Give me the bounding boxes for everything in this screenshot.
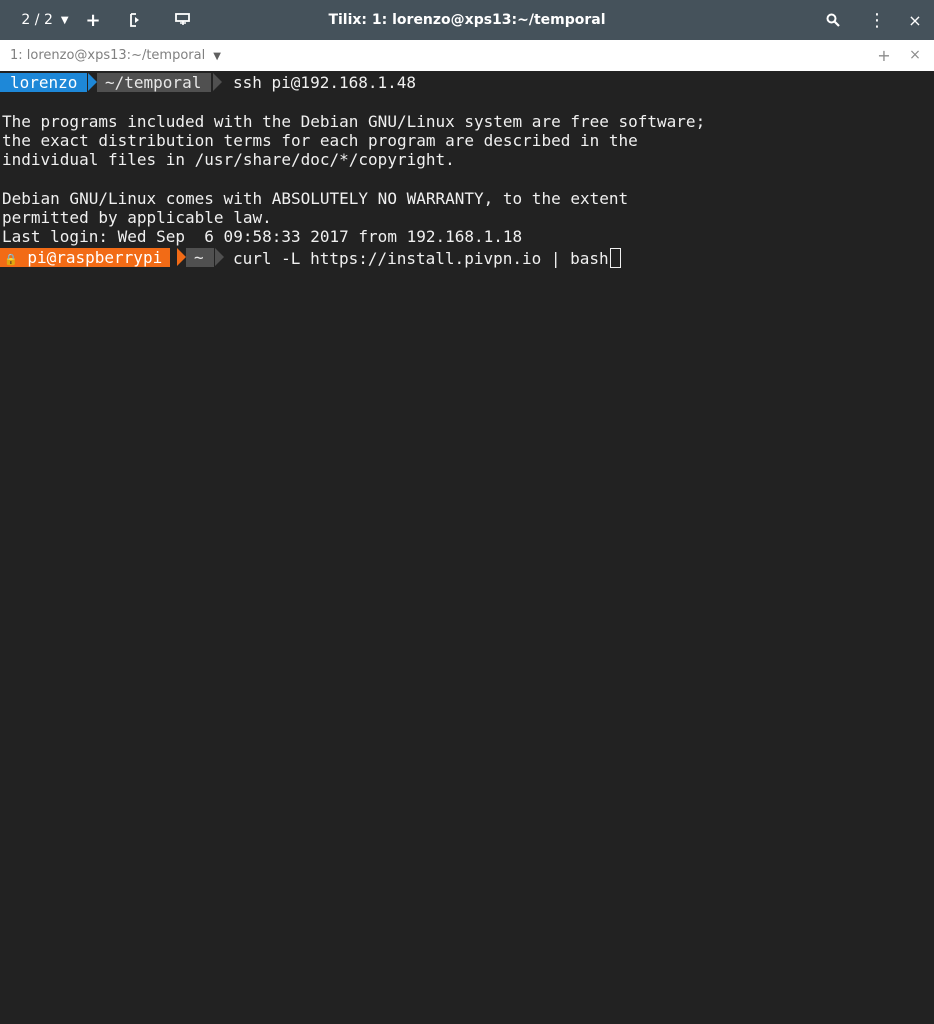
search-button[interactable] [820, 0, 846, 40]
output-line: permitted by applicable law. [2, 208, 272, 227]
close-icon: × [908, 10, 922, 30]
prompt-line-local: lorenzo ~/temporal ssh pi@192.168.1.48 [0, 71, 934, 94]
kebab-menu-icon: ⋮ [868, 9, 886, 31]
add-terminal-button[interactable]: + [872, 40, 896, 71]
output-line: Last login: Wed Sep 6 09:58:33 2017 from… [2, 227, 523, 246]
close-icon: × [909, 47, 921, 63]
session-switcher-button[interactable]: 2 / 2 ▼ [8, 0, 82, 40]
split-terminal-button[interactable] [122, 0, 148, 40]
prompt-line-remote: 🔒 pi@raspberrypi ~ curl -L https://insta… [0, 246, 934, 269]
close-window-button[interactable]: × [902, 0, 928, 40]
terminal-tab-bar: 1: lorenzo@xps13:~/temporal ▼ + × [0, 40, 934, 72]
command-text: curl -L https://install.pivpn.io | bash [233, 249, 609, 268]
command-text: ssh pi@192.168.1.48 [233, 73, 417, 92]
plus-icon: + [85, 9, 101, 31]
close-terminal-button[interactable]: × [903, 40, 927, 71]
terminal-title-dropdown[interactable]: 1: lorenzo@xps13:~/temporal ▼ [10, 40, 221, 71]
split-icon [130, 13, 139, 27]
window-title: Tilix: 1: lorenzo@xps13:~/temporal [328, 12, 606, 28]
prompt-dir-segment: ~ [186, 248, 214, 267]
sync-input-icon [175, 13, 190, 25]
powerline-separator [215, 248, 224, 266]
output-line: individual files in /usr/share/doc/*/cop… [2, 150, 455, 169]
command-input[interactable]: curl -L https://install.pivpn.io | bash [233, 248, 621, 268]
prompt-user-segment: lorenzo [0, 73, 88, 92]
output-line: The programs included with the Debian GN… [2, 112, 706, 131]
chevron-down-icon: ▼ [60, 14, 69, 26]
plus-icon: + [877, 46, 891, 65]
powerline-separator [213, 73, 222, 91]
window-titlebar: 2 / 2 ▼ + Tilix: 1: lorenzo@xps13:~/temp… [0, 0, 934, 40]
menu-button[interactable]: ⋮ [864, 0, 890, 40]
text-cursor [609, 248, 621, 268]
chevron-down-icon: ▼ [213, 51, 221, 62]
lock-icon: 🔒 [4, 253, 18, 266]
terminal-title: 1: lorenzo@xps13:~/temporal [10, 48, 206, 63]
prompt-dir-segment: ~/temporal [97, 73, 212, 92]
prompt-host: pi@raspberrypi [27, 248, 163, 267]
powerline-separator [177, 248, 186, 266]
search-icon [826, 13, 840, 27]
terminal-area[interactable]: lorenzo ~/temporal ssh pi@192.168.1.48 T… [0, 71, 934, 1024]
sync-input-button[interactable] [170, 0, 196, 40]
output-line: the exact distribution terms for each pr… [2, 131, 638, 150]
session-count: 2 / 2 [21, 12, 53, 28]
output-line: Debian GNU/Linux comes with ABSOLUTELY N… [2, 189, 629, 208]
prompt-user-segment: 🔒 pi@raspberrypi [0, 248, 171, 267]
add-session-button[interactable]: + [80, 0, 106, 40]
powerline-separator [88, 73, 97, 91]
